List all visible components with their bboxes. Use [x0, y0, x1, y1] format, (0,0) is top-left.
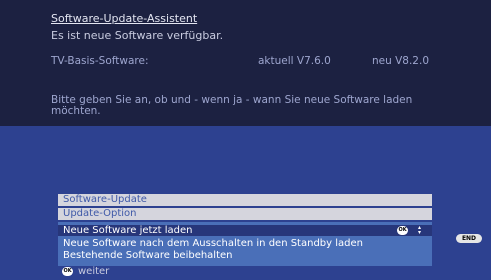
new-version: neu V8.2.0 [372, 55, 430, 67]
option-label: Neue Software nach dem Ausschalten in de… [63, 238, 363, 249]
menu-header-software-update: Software-Update [58, 194, 432, 206]
option-keep-software[interactable]: Bestehende Software beibehalten [58, 250, 432, 261]
option-load-on-standby[interactable]: Neue Software nach dem Ausschalten in de… [58, 238, 432, 249]
update-options-list: Neue Software jetzt laden OK ▴ ▾ Neue Sof… [58, 222, 432, 266]
up-down-arrows-icon: ▴ ▾ [417, 224, 421, 236]
software-label: TV-Basis-Software: [51, 55, 149, 67]
instruction-text: Bitte geben Sie an, ob und - wenn ja - w… [51, 94, 413, 117]
option-label: Bestehende Software beibehalten [63, 250, 233, 261]
option-label: Neue Software jetzt laden [63, 225, 193, 236]
dialog-title: Software-Update-Assistent [51, 12, 198, 25]
continue-label: weiter [78, 266, 110, 277]
option-load-now[interactable]: Neue Software jetzt laden OK ▴ ▾ [58, 225, 432, 236]
ok-icon: OK [62, 267, 73, 276]
menu-header-update-option: Update-Option [58, 208, 432, 220]
end-button[interactable]: END [456, 234, 482, 243]
current-version: aktuell V7.6.0 [258, 55, 331, 67]
ok-icon: OK [397, 226, 408, 235]
dialog-subtitle: Es ist neue Software verfügbar. [51, 29, 224, 42]
